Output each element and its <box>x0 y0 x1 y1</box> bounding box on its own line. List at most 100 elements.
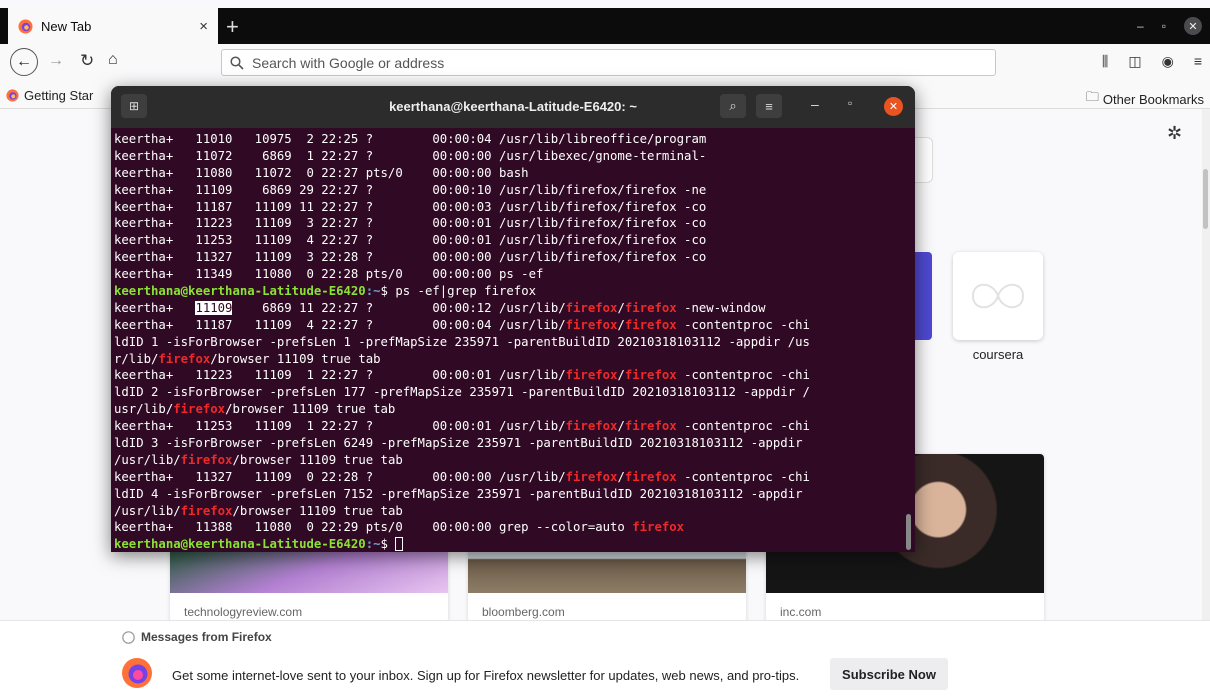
terminal-line: keertha+ 11349 11080 0 22:28 pts/0 00:00… <box>114 267 544 282</box>
page-scrollbar[interactable] <box>1202 109 1210 695</box>
terminal-close-icon[interactable]: ✕ <box>884 97 903 116</box>
story-source: inc.com <box>780 605 822 619</box>
terminal-output[interactable]: keertha+ 11010 10975 2 22:25 ? 00:00:04 … <box>114 131 904 552</box>
terminal-line: keertha+ 11080 11072 0 22:27 pts/0 00:00… <box>114 165 529 180</box>
messages-heading: Messages from Firefox <box>122 630 272 644</box>
new-tab-button[interactable]: + <box>226 14 239 40</box>
terminal-text: / <box>617 300 625 315</box>
other-bookmarks[interactable]: 🗀 Other Bookmarks <box>1086 88 1204 110</box>
terminal-line: keertha+ 11388 11080 0 22:29 pts/0 00:00… <box>114 519 904 536</box>
bookmark-getting-started[interactable]: Getting Star <box>6 88 93 103</box>
tab-close-icon[interactable]: × <box>199 18 208 35</box>
terminal-search-icon[interactable]: ⌕ <box>720 94 746 118</box>
url-input[interactable] <box>250 53 995 72</box>
terminal-text: /browser 11109 true tab <box>210 351 381 366</box>
terminal-line: keertha+ 11253 11109 1 22:27 ? 00:00:01 … <box>114 418 904 435</box>
terminal-line: keertha+ 11327 11109 0 22:28 ? 00:00:00 … <box>114 469 904 486</box>
folder-icon: 🗀 <box>1085 89 1099 104</box>
grep-match: firefox <box>173 402 226 417</box>
terminal-text: -contentproc -chi <box>676 469 810 484</box>
terminal-text: / <box>617 419 625 434</box>
terminal-maximize-icon[interactable]: ▫ <box>848 96 852 110</box>
bookmark-label: Getting Star <box>24 88 94 103</box>
terminal-command: ps -ef|grep firefox <box>395 284 537 299</box>
sidebar-icon[interactable]: ◫ <box>1128 53 1141 70</box>
grep-match: firefox <box>565 317 618 332</box>
grep-match: firefox <box>565 368 618 383</box>
search-icon <box>230 55 244 70</box>
back-icon[interactable]: ← <box>10 48 38 76</box>
grep-match: firefox <box>624 368 677 383</box>
firefox-logo-icon <box>122 658 152 688</box>
prompt-symbol: $ <box>380 537 396 552</box>
coursera-logo-icon <box>971 283 1025 309</box>
terminal-header[interactable]: ⊞ keerthana@keerthana-Latitude-E6420: ~ … <box>111 86 915 128</box>
terminal-text: 6869 11 22:27 ? 00:00:12 /usr/lib/ <box>232 300 566 315</box>
library-icon[interactable]: ⫼ <box>1102 53 1108 70</box>
navigation-bar: ← → ↻ ⌂ ⫼ ◫ ◉ ≡ <box>0 44 1210 84</box>
url-bar[interactable] <box>221 49 996 76</box>
grep-match: firefox <box>158 351 211 366</box>
terminal-prompt-line: keerthana@keerthana-Latitude-E6420:~$ ps… <box>114 283 904 300</box>
reload-icon[interactable]: ↻ <box>80 51 94 71</box>
prompt-user: keerthana@keerthana-Latitude-E6420 <box>114 284 366 299</box>
window-close-button[interactable]: ✕ <box>1184 17 1202 35</box>
home-icon[interactable]: ⌂ <box>108 51 118 69</box>
restore-button[interactable]: ▫ <box>1162 19 1166 33</box>
firefox-icon <box>18 18 33 34</box>
terminal-scrollbar[interactable] <box>906 514 911 550</box>
terminal-text: ldID 2 -isForBrowser -prefsLen 177 -pref… <box>114 385 810 400</box>
forward-icon[interactable]: → <box>48 52 64 70</box>
terminal-line: keertha+ 11187 11109 11 22:27 ? 00:00:03… <box>114 199 707 214</box>
terminal-text: /browser 11109 true tab <box>232 503 403 518</box>
prompt-symbol: $ <box>380 284 396 299</box>
terminal-line: keertha+ 11253 11109 4 22:27 ? 00:00:01 … <box>114 233 707 248</box>
top-site-label-coursera: coursera <box>972 347 1024 362</box>
gear-icon[interactable]: ✲ <box>1167 123 1182 144</box>
terminal-line: keertha+ 11109 6869 29 22:27 ? 00:00:10 … <box>114 182 707 197</box>
terminal-text: r/lib/ <box>114 351 159 366</box>
terminal-line: keertha+ 11223 11109 1 22:27 ? 00:00:01 … <box>114 367 904 384</box>
top-site-coursera[interactable] <box>953 252 1043 340</box>
terminal-line: usr/lib/firefox/browser 11109 true tab <box>114 401 904 418</box>
terminal-text: -contentproc -chi <box>676 419 810 434</box>
terminal-line: keertha+ 11187 11109 4 22:27 ? 00:00:04 … <box>114 317 904 334</box>
terminal-text: ldID 4 -isForBrowser -prefsLen 7152 -pre… <box>114 486 803 501</box>
grep-match: firefox <box>565 300 618 315</box>
grep-match: firefox <box>624 317 677 332</box>
subscribe-now-button[interactable]: Subscribe Now <box>830 658 948 690</box>
grep-match: firefox <box>180 452 233 467</box>
terminal-window[interactable]: ⊞ keerthana@keerthana-Latitude-E6420: ~ … <box>111 86 915 552</box>
story-source: technologyreview.com <box>184 605 303 619</box>
minimize-button[interactable]: – <box>1137 19 1144 33</box>
terminal-text: -contentproc -chi <box>676 368 810 383</box>
terminal-line: keertha+ 11072 6869 1 22:27 ? 00:00:00 /… <box>114 148 707 163</box>
terminal-line: ldID 2 -isForBrowser -prefsLen 177 -pref… <box>114 384 904 401</box>
tab-new-tab[interactable]: New Tab × <box>8 8 218 44</box>
terminal-line: /usr/lib/firefox/browser 11109 true tab <box>114 503 904 520</box>
other-bookmarks-label: Other Bookmarks <box>1102 91 1204 107</box>
scrollbar-thumb[interactable] <box>1203 169 1208 229</box>
terminal-text: keertha+ 11223 11109 1 22:27 ? 00:00:01 … <box>114 368 566 383</box>
terminal-text: -new-window <box>676 300 766 315</box>
terminal-text: / <box>617 368 625 383</box>
firefox-icon <box>122 630 135 644</box>
terminal-text: ldID 1 -isForBrowser -prefsLen 1 -prefMa… <box>114 334 810 349</box>
grep-match: firefox <box>180 503 233 518</box>
firefox-icon <box>6 89 19 102</box>
grep-match: firefox <box>565 419 618 434</box>
terminal-line: /usr/lib/firefox/browser 11109 true tab <box>114 452 904 469</box>
terminal-line: r/lib/firefox/browser 11109 true tab <box>114 351 904 368</box>
messages-heading-text: Messages from Firefox <box>141 630 272 644</box>
terminal-menu-icon[interactable]: ≡ <box>756 94 782 118</box>
prompt-path: :~ <box>365 537 381 552</box>
terminal-line: ldID 3 -isForBrowser -prefsLen 6249 -pre… <box>114 435 904 452</box>
story-source: bloomberg.com <box>482 605 565 619</box>
window-controls: – ▫ ✕ <box>1137 17 1202 35</box>
account-icon[interactable]: ◉ <box>1162 53 1174 70</box>
menu-icon[interactable]: ≡ <box>1194 53 1202 70</box>
terminal-minimize-icon[interactable]: – <box>811 96 819 112</box>
terminal-text: /usr/lib/ <box>114 503 181 518</box>
grep-match: firefox <box>632 520 685 535</box>
terminal-text: / <box>617 317 625 332</box>
